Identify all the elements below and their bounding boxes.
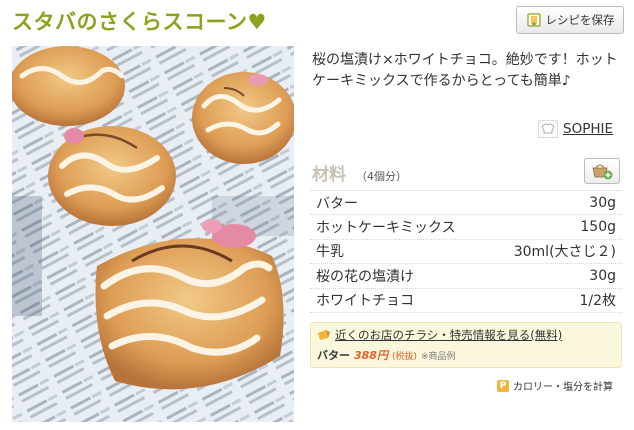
author-name-link[interactable]: SOPHIE: [563, 121, 613, 137]
author[interactable]: SOPHIE: [538, 120, 613, 138]
save-recipe-label: レシピを保存: [545, 13, 615, 27]
add-to-shopping-list-button[interactable]: [584, 158, 620, 184]
ingredient-name: 牛乳: [316, 244, 344, 261]
shop-price-info: バター 388円 (税抜) ※商品例: [317, 347, 615, 363]
shop-item-tax: (税抜): [391, 352, 417, 362]
basket-add-icon: [592, 164, 613, 180]
shop-item-name: バター: [317, 349, 350, 362]
ingredients-header: 材料 （4個分）: [312, 160, 407, 185]
ingredient-amount: 30g: [589, 267, 616, 284]
flyer-icon: [318, 330, 330, 340]
ingredient-row: 桜の花の塩漬け 30g: [310, 264, 622, 289]
save-recipe-button[interactable]: レシピを保存: [516, 6, 624, 34]
ingredient-row: ホットケーキミックス 150g: [310, 215, 622, 240]
servings-text: （4個分）: [356, 170, 407, 183]
ingredient-name: 桜の花の塩漬け: [316, 268, 414, 285]
bookmark-icon: [526, 13, 541, 27]
ingredients-heading: 材料: [312, 165, 346, 185]
calorie-calc-button[interactable]: P カロリー・塩分を計算: [497, 378, 613, 393]
calculator-icon: P: [497, 379, 509, 392]
shop-flyer-link[interactable]: 近くのお店のチラシ・特売情報を見る(無料): [317, 327, 615, 343]
ingredient-amount: 1/2枚: [579, 293, 616, 310]
ingredient-row: バター 30g: [310, 191, 622, 216]
ingredient-amount: 150g: [580, 219, 616, 236]
shop-item-price: 388円: [354, 349, 388, 362]
shop-flyer-link-text[interactable]: 近くのお店のチラシ・特売情報を見る(無料): [335, 327, 562, 343]
shop-item-note: ※商品例: [421, 352, 456, 362]
scone-photo-illustration: [12, 46, 294, 422]
ingredient-name: バター: [316, 195, 358, 212]
ingredient-amount: 30ml(大さじ２): [513, 244, 616, 261]
ingredient-name: ホットケーキミックス: [316, 220, 456, 237]
ingredients-table: バター 30g ホットケーキミックス 150g 牛乳 30ml(大さじ２) 桜の…: [310, 190, 622, 313]
ingredient-name: ホワイトチョコ: [316, 293, 414, 310]
recipe-title: スタバのさくらスコーン♥: [12, 6, 267, 36]
ingredient-row: ホワイトチョコ 1/2枚: [310, 289, 622, 313]
chef-hat-icon: [538, 120, 558, 138]
recipe-title-text: スタバのさくらスコーン: [12, 10, 248, 34]
heart-icon: ♥: [247, 10, 267, 34]
shop-flyer-box: 近くのお店のチラシ・特売情報を見る(無料) バター 388円 (税抜) ※商品例: [310, 322, 622, 368]
recipe-photo: [12, 46, 294, 422]
calorie-calc-label[interactable]: カロリー・塩分を計算: [513, 378, 613, 393]
ingredient-row: 牛乳 30ml(大さじ２): [310, 240, 622, 265]
recipe-description: 桜の塩漬け×ホワイトチョコ。絶妙です！ホットケーキミックスで作るからとっても簡単…: [312, 52, 618, 89]
ingredient-amount: 30g: [589, 194, 616, 211]
